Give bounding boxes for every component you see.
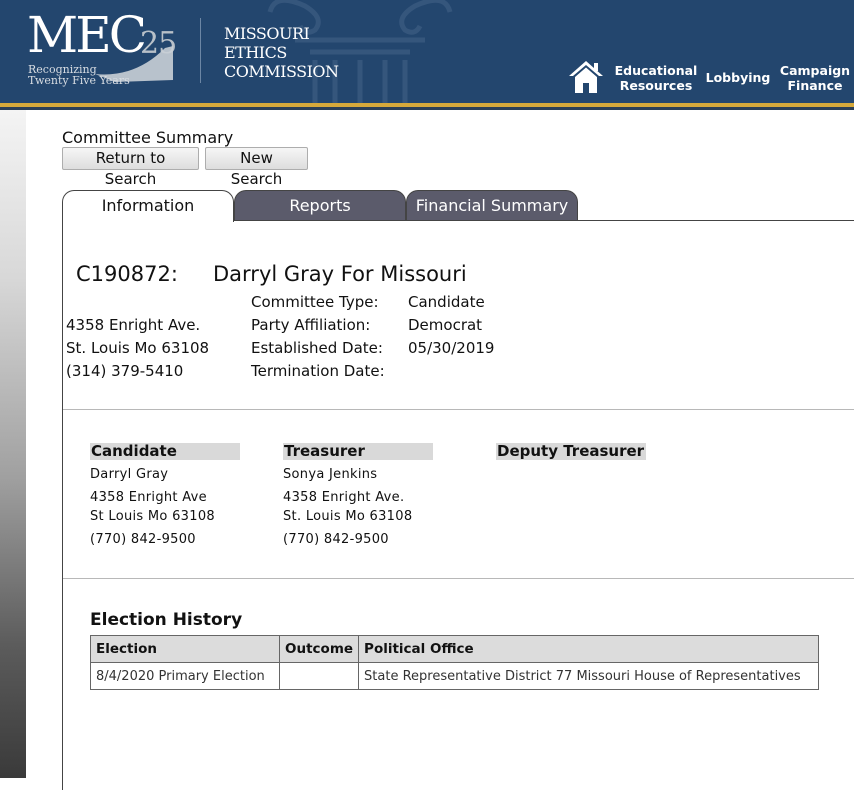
column-header-outcome: Outcome bbox=[278, 635, 360, 663]
candidate-street: 4358 Enright Ave bbox=[90, 490, 207, 505]
committee-street: 4358 Enright Ave. bbox=[66, 316, 201, 334]
deputy-treasurer-heading: Deputy Treasurer bbox=[496, 442, 646, 460]
nav-lobbying[interactable]: Lobbying bbox=[705, 70, 771, 85]
candidate-name: Darryl Gray bbox=[90, 467, 169, 482]
committee-id: C190872: bbox=[76, 262, 178, 286]
new-search-button[interactable]: New Search bbox=[205, 147, 308, 188]
logo-divider bbox=[200, 18, 201, 83]
party-affiliation-label: Party Affiliation: bbox=[251, 316, 371, 334]
election-history-table: Election Outcome Political Office 8/4/20… bbox=[90, 635, 820, 690]
logo-tagline: Recognizing Twenty Five Years bbox=[28, 63, 130, 87]
divider bbox=[63, 409, 854, 410]
candidate-phone: (770) 842-9500 bbox=[90, 532, 196, 547]
termination-date-label: Termination Date: bbox=[251, 362, 385, 380]
committee-city: St. Louis Mo 63108 bbox=[66, 339, 210, 357]
column-header-election: Election bbox=[90, 635, 280, 663]
outcome-cell bbox=[278, 662, 360, 690]
election-cell: 8/4/2020 Primary Election bbox=[90, 662, 280, 690]
committee-phone: (314) 379-5410 bbox=[66, 362, 184, 380]
header-bottom-border bbox=[0, 107, 854, 110]
candidate-city: St Louis Mo 63108 bbox=[90, 509, 215, 524]
established-date-value: 05/30/2019 bbox=[408, 339, 495, 357]
committee-type-value: Candidate bbox=[408, 293, 485, 311]
treasurer-city: St. Louis Mo 63108 bbox=[283, 509, 413, 524]
election-history-title: Election History bbox=[90, 610, 243, 630]
party-affiliation-value: Democrat bbox=[408, 316, 483, 334]
page-title: Committee Summary bbox=[62, 128, 234, 147]
left-gradient-bar bbox=[0, 110, 26, 778]
nav-educational-resources[interactable]: Educational Resources bbox=[613, 63, 699, 93]
home-icon[interactable] bbox=[567, 59, 605, 95]
table-row: 8/4/2020 Primary Election State Represen… bbox=[90, 662, 820, 690]
site-header: MEC 25 Recognizing Twenty Five Years MIS… bbox=[0, 0, 854, 103]
committee-name: Darryl Gray For Missouri bbox=[213, 262, 467, 286]
nav-campaign-finance[interactable]: Campaign Finance bbox=[778, 63, 852, 93]
established-date-label: Established Date: bbox=[251, 339, 383, 357]
org-name: MISSOURI ETHICS COMMISSION bbox=[224, 24, 339, 81]
table-header-row: Election Outcome Political Office bbox=[90, 635, 820, 663]
column-header-political-office: Political Office bbox=[358, 635, 820, 663]
divider bbox=[63, 578, 854, 579]
return-to-search-button[interactable]: Return to Search bbox=[62, 147, 199, 188]
treasurer-street: 4358 Enright Ave. bbox=[283, 490, 405, 505]
committee-type-label: Committee Type: bbox=[251, 293, 379, 311]
tab-financial-summary[interactable]: Financial Summary bbox=[406, 190, 578, 221]
political-office-cell: State Representative District 77 Missour… bbox=[358, 662, 820, 690]
treasurer-name: Sonya Jenkins bbox=[283, 467, 378, 482]
candidate-heading: Candidate bbox=[90, 443, 240, 460]
treasurer-phone: (770) 842-9500 bbox=[283, 532, 389, 547]
treasurer-heading: Treasurer bbox=[283, 443, 433, 460]
tab-reports[interactable]: Reports bbox=[234, 190, 406, 221]
tab-information[interactable]: Information bbox=[62, 190, 234, 222]
